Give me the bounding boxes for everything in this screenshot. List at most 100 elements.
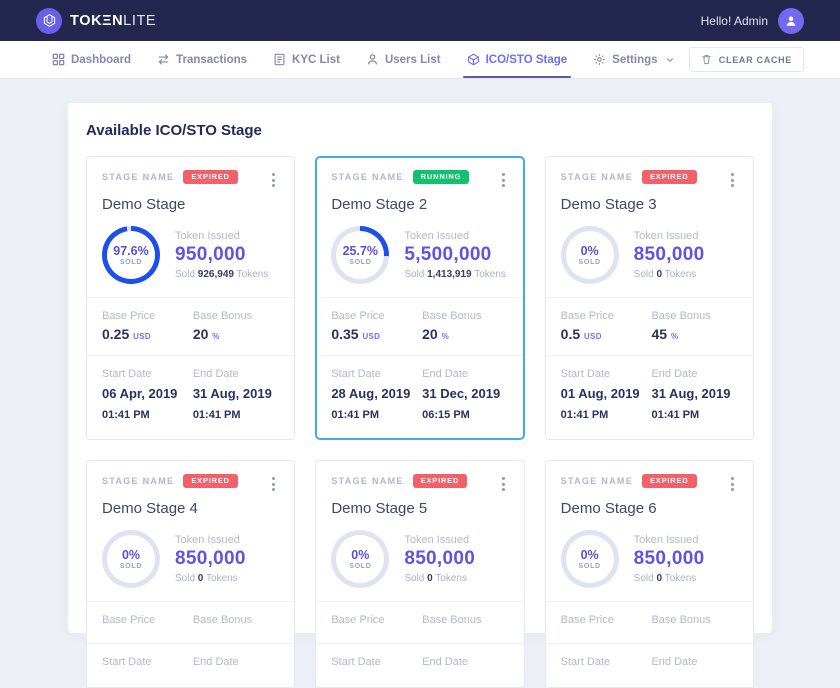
sold-percent: 0% <box>581 244 599 258</box>
sold-progress-donut: 0% SOLD <box>331 530 389 588</box>
base-bonus-block: Base Bonus <box>422 614 509 630</box>
base-bonus-block: Base Bonus <box>651 614 738 630</box>
status-badge: RUNNING <box>413 170 470 184</box>
token-issued-value: 950,000 <box>175 244 268 266</box>
base-bonus-label: Base Bonus <box>193 310 280 322</box>
base-bonus-value: 45 % <box>651 326 738 342</box>
greeting-text: Hello! Admin <box>701 14 768 28</box>
page-title: Available ICO/STO Stage <box>86 122 754 139</box>
base-bonus-label: Base Bonus <box>651 614 738 626</box>
start-date-label: Start Date <box>561 656 652 668</box>
stage-name-label: STAGE NAME <box>561 476 633 486</box>
start-date-value: 01 Aug, 2019 01:41 PM <box>561 384 652 424</box>
person-icon <box>784 14 798 28</box>
sold-label: SOLD <box>349 259 371 266</box>
stage-title: Demo Stage 5 <box>331 500 508 517</box>
divider <box>546 355 753 356</box>
status-badge: EXPIRED <box>642 474 697 488</box>
end-date-block: End Date <box>651 656 738 672</box>
base-bonus-label: Base Bonus <box>193 614 280 626</box>
base-bonus-label: Base Bonus <box>422 614 509 626</box>
stage-cards-grid: STAGE NAME EXPIRED Demo Stage 97.6% SOLD… <box>86 156 754 688</box>
stage-title: Demo Stage 6 <box>561 500 738 517</box>
base-price-label: Base Price <box>102 614 193 626</box>
nav-item-transactions[interactable]: Transactions <box>157 41 247 78</box>
stage-card: STAGE NAME EXPIRED Demo Stage 5 0% SOLD … <box>315 460 524 688</box>
start-date-block: Start Date <box>331 656 422 672</box>
sold-percent: 25.7% <box>343 244 378 258</box>
stage-card: STAGE NAME EXPIRED Demo Stage 6 0% SOLD … <box>545 460 754 688</box>
nav-item-kyc-list[interactable]: KYC List <box>273 41 340 78</box>
base-price-value: 0.25 USD <box>102 326 193 342</box>
chevron-down-icon <box>666 56 674 64</box>
stage-card: STAGE NAME RUNNING Demo Stage 2 25.7% SO… <box>315 156 524 440</box>
sold-tokens-line: Sold 926,949 Tokens <box>175 269 268 280</box>
token-info: Token Issued 5,500,000 Sold 1,413,919 To… <box>404 230 506 280</box>
sold-label: SOLD <box>120 259 142 266</box>
content-panel: Available ICO/STO Stage STAGE NAME EXPIR… <box>68 103 772 633</box>
token-issued-value: 850,000 <box>634 244 705 266</box>
divider <box>316 643 523 644</box>
kebab-menu-icon[interactable] <box>268 474 279 494</box>
divider <box>317 355 522 356</box>
transactions-arrows-icon <box>157 53 170 66</box>
token-issued-label: Token Issued <box>175 534 246 546</box>
token-issued-label: Token Issued <box>175 230 268 242</box>
stage-title: Demo Stage 3 <box>561 196 738 213</box>
kebab-menu-icon[interactable] <box>268 170 279 190</box>
kebab-menu-icon[interactable] <box>727 170 738 190</box>
divider <box>316 601 523 602</box>
token-issued-value: 5,500,000 <box>404 244 506 266</box>
token-info: Token Issued 850,000 Sold 0 Tokens <box>634 230 705 280</box>
sold-percent: 0% <box>351 548 369 562</box>
nav-item-settings[interactable]: Settings <box>593 41 673 78</box>
sold-tokens-line: Sold 1,413,919 Tokens <box>404 269 506 280</box>
end-date-label: End Date <box>651 656 738 668</box>
start-date-block: Start Date <box>102 656 193 672</box>
kebab-menu-icon[interactable] <box>498 474 509 494</box>
stage-name-label: STAGE NAME <box>102 172 174 182</box>
clear-cache-button[interactable]: CLEAR CACHE <box>689 47 804 72</box>
sold-label: SOLD <box>579 259 601 266</box>
stage-card: STAGE NAME EXPIRED Demo Stage 4 0% SOLD … <box>86 460 295 688</box>
divider <box>317 297 522 298</box>
status-badge: EXPIRED <box>183 474 238 488</box>
token-info: Token Issued 850,000 Sold 0 Tokens <box>404 534 475 584</box>
sold-percent: 97.6% <box>113 244 148 258</box>
nav-item-dashboard[interactable]: Dashboard <box>52 41 131 78</box>
kebab-menu-icon[interactable] <box>727 474 738 494</box>
user-menu[interactable]: Hello! Admin <box>701 8 804 34</box>
base-bonus-block: Base Bonus 20 % <box>422 310 509 342</box>
stage-title: Demo Stage <box>102 196 279 213</box>
dashboard-grid-icon <box>52 53 65 66</box>
sold-tokens-line: Sold 0 Tokens <box>634 573 705 584</box>
end-date-block: End Date 31 Aug, 2019 01:41 PM <box>651 368 738 424</box>
base-price-label: Base Price <box>561 614 652 626</box>
nav-item-ico-sto-stage[interactable]: ICO/STO Stage <box>467 41 568 78</box>
sold-progress-donut: 97.6% SOLD <box>102 226 160 284</box>
divider <box>87 355 294 356</box>
trash-icon <box>701 54 712 65</box>
start-date-label: Start Date <box>331 656 422 668</box>
nav-item-users-list[interactable]: Users List <box>366 41 441 78</box>
divider <box>87 601 294 602</box>
start-date-block: Start Date 28 Aug, 2019 01:41 PM <box>331 368 422 424</box>
stage-title: Demo Stage 2 <box>331 196 508 213</box>
start-date-value: 06 Apr, 2019 01:41 PM <box>102 384 193 424</box>
start-date-block: Start Date <box>561 656 652 672</box>
status-badge: EXPIRED <box>413 474 468 488</box>
avatar[interactable] <box>778 8 804 34</box>
base-price-value: 0.35 USD <box>331 326 422 342</box>
base-bonus-value: 20 % <box>193 326 280 342</box>
sold-percent: 0% <box>581 548 599 562</box>
base-bonus-value: 20 % <box>422 326 509 342</box>
stage-name-label: STAGE NAME <box>331 172 403 182</box>
sold-tokens-line: Sold 0 Tokens <box>404 573 475 584</box>
base-price-block: Base Price <box>102 614 193 630</box>
start-date-label: Start Date <box>331 368 422 380</box>
start-date-block: Start Date 06 Apr, 2019 01:41 PM <box>102 368 193 424</box>
brand-logo[interactable]: TOKΞNLITE <box>36 8 156 34</box>
kebab-menu-icon[interactable] <box>498 170 509 190</box>
end-date-block: End Date 31 Dec, 2019 06:15 PM <box>422 368 509 424</box>
gear-icon <box>593 53 606 66</box>
